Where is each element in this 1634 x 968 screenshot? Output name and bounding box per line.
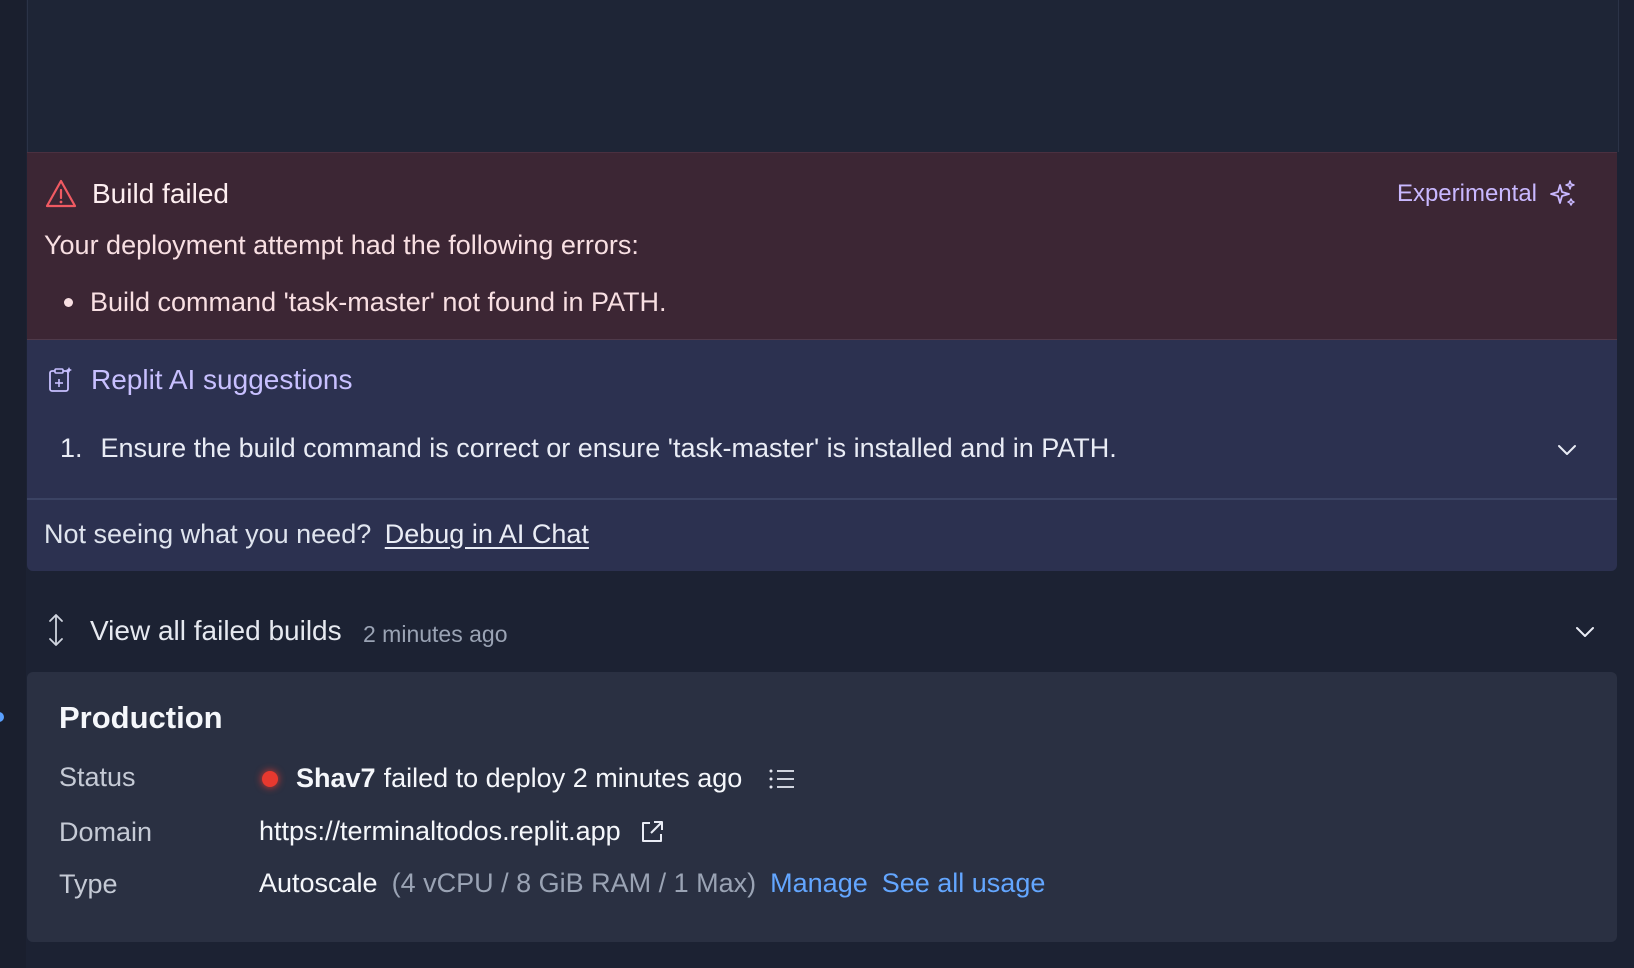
failed-builds-time: 2 minutes ago bbox=[363, 621, 508, 647]
left-rail bbox=[0, 0, 26, 968]
error-message: Build command 'task-master' not found in… bbox=[90, 287, 667, 317]
type-label: Type bbox=[59, 869, 118, 899]
ai-clipboard-icon bbox=[49, 367, 72, 392]
suggestion-item[interactable]: 1. Ensure the build command is correct o… bbox=[60, 433, 1117, 464]
production-title: Production bbox=[59, 700, 223, 735]
manage-link[interactable]: Manage bbox=[770, 868, 868, 899]
ai-title: Replit AI suggestions bbox=[91, 364, 353, 395]
chevron-down-icon[interactable] bbox=[1573, 620, 1597, 644]
debug-in-ai-chat-link[interactable]: Debug in AI Chat bbox=[385, 519, 589, 549]
external-link-icon[interactable] bbox=[639, 819, 665, 845]
build-error-panel: Build failed Experimental Your deploymen… bbox=[27, 152, 1617, 340]
error-header: Build failed bbox=[45, 178, 229, 210]
experimental-badge: Experimental bbox=[1397, 179, 1577, 209]
view-failed-builds-row[interactable]: View all failed builds 2 minutes ago bbox=[27, 600, 1617, 660]
domain-url[interactable]: https://terminaltodos.replit.app bbox=[259, 816, 621, 847]
log-panel bbox=[27, 0, 1619, 152]
error-title: Build failed bbox=[92, 178, 229, 209]
expand-vertical-icon bbox=[49, 614, 63, 646]
suggestion-text: Ensure the build command is correct or e… bbox=[100, 433, 1117, 463]
bullet bbox=[64, 298, 73, 307]
type-detail: (4 vCPU / 8 GiB RAM / 1 Max) bbox=[391, 868, 757, 898]
error-list-item: Build command 'task-master' not found in… bbox=[64, 287, 667, 318]
experimental-label: Experimental bbox=[1396, 180, 1537, 207]
chevron-down-icon[interactable] bbox=[1555, 438, 1579, 462]
status-dot bbox=[262, 770, 278, 787]
type-value: Autoscale (4 vCPU / 8 GiB RAM / 1 Max) M… bbox=[259, 868, 1045, 899]
ai-header: Replit AI suggestions bbox=[47, 364, 353, 396]
domain-value[interactable]: https://terminaltodos.replit.app bbox=[259, 816, 665, 847]
production-card: Production Status Shav7 failed to deploy… bbox=[27, 672, 1617, 942]
status-user: Shav7 bbox=[296, 763, 376, 793]
ai-suggestions-panel: Replit AI suggestions 1. Ensure the buil… bbox=[27, 340, 1617, 500]
debug-question: Not seeing what you need? bbox=[44, 519, 372, 549]
status-label: Status bbox=[59, 762, 136, 792]
debug-prompt: Not seeing what you need? Debug in AI Ch… bbox=[27, 500, 1617, 571]
list-icon[interactable] bbox=[768, 768, 796, 790]
status-value: Shav7 failed to deploy 2 minutes ago bbox=[259, 763, 796, 794]
status-text: failed to deploy 2 minutes ago bbox=[383, 763, 743, 793]
debug-text: Not seeing what you need? Debug in AI Ch… bbox=[44, 519, 589, 550]
type-name: Autoscale bbox=[259, 868, 378, 898]
error-subtitle: Your deployment attempt had the followin… bbox=[44, 230, 639, 260]
see-all-usage-link[interactable]: See all usage bbox=[882, 868, 1046, 899]
warning-icon bbox=[45, 179, 77, 208]
domain-label: Domain bbox=[59, 817, 153, 847]
suggestion-number: 1. bbox=[60, 433, 83, 463]
sparkles-icon bbox=[1550, 180, 1575, 206]
failed-builds-label: View all failed builds bbox=[90, 615, 342, 646]
rail-indicator bbox=[0, 712, 4, 722]
